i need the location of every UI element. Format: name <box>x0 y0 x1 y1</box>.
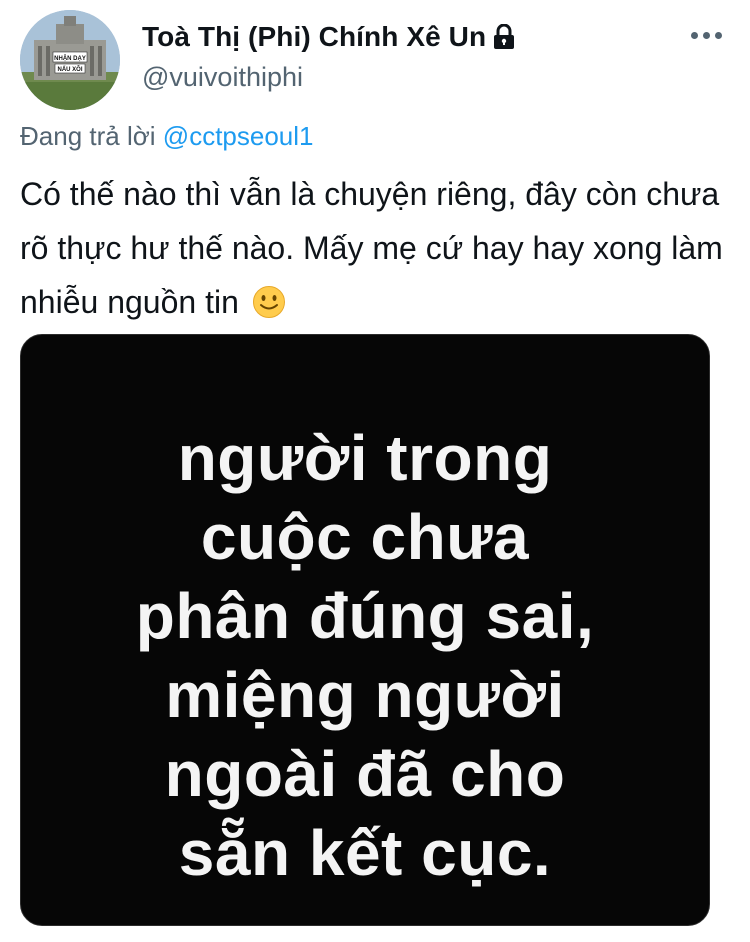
image-text: người trong cuộc chưa phân đúng sai, miệ… <box>21 419 709 893</box>
avatar-sign-line-1: NHẬN DẠY <box>54 55 86 62</box>
image-text-line: miệng người <box>165 659 565 731</box>
smiley-emoji-icon <box>252 281 286 335</box>
display-name[interactable]: Toà Thị (Phi) Chính Xê Un <box>142 21 486 53</box>
image-text-line: cuộc chưa <box>200 501 530 573</box>
lock-icon <box>493 23 515 50</box>
user-handle[interactable]: @vuivoithiphi <box>142 62 730 93</box>
avatar-image: NHẬN DẠY NẤU XÔI <box>20 10 120 110</box>
name-row: Toà Thị (Phi) Chính Xê Un <box>142 18 730 56</box>
more-options-icon[interactable] <box>691 32 722 39</box>
image-text-line: phân đúng sai, <box>135 580 595 652</box>
tweet-header: Toà Thị (Phi) Chính Xê Un @vuivoithiphi <box>142 18 730 93</box>
image-text-line: ngoài đã cho <box>164 738 566 810</box>
tweet-body: Có thế nào thì vẫn là chuyện riêng, đây … <box>20 176 723 320</box>
reply-mention-link[interactable]: @cctpseoul1 <box>163 121 314 151</box>
reply-context: Đang trả lời @cctpseoul1 <box>20 121 314 152</box>
reply-prefix: Đang trả lời <box>20 121 156 151</box>
image-text-line: người trong <box>177 422 553 494</box>
avatar[interactable]: NHẬN DẠY NẤU XÔI <box>20 10 120 110</box>
tweet-text: Có thế nào thì vẫn là chuyện riêng, đây … <box>20 167 732 335</box>
tweet-media-image[interactable]: người trong cuộc chưa phân đúng sai, miệ… <box>20 334 710 926</box>
image-text-line: sẵn kết cục. <box>178 817 552 889</box>
avatar-sign-line-2: NẤU XÔI <box>57 65 82 73</box>
